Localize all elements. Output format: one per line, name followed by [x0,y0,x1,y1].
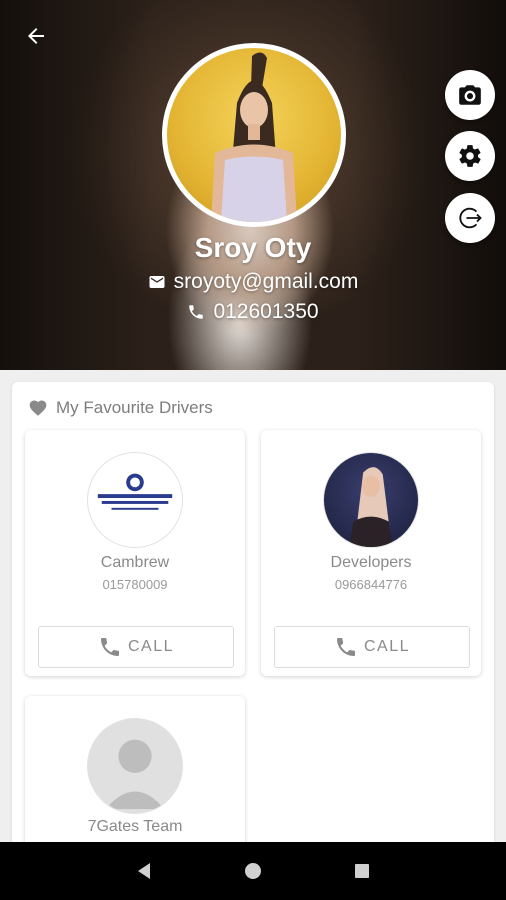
driver-name: Cambrew [100,554,170,571]
phone-icon [189,305,204,319]
call-button-label: CALL [363,638,411,655]
favourite-drivers-heading: My Favourite Drivers [28,398,213,418]
driver-card[interactable]: Developers 0966844776 CALL [261,430,481,676]
profile-phone: 012601350 [213,300,319,323]
camera-button[interactable] [445,70,495,120]
circle-home-icon [244,863,261,879]
driver-card[interactable]: 7Gates Team [25,696,245,856]
email-row: sroyoty@gmail.com [0,270,506,294]
profile-header: Sroy Oty sroyoty@gmail.com 012601350 [0,0,506,370]
heart-icon [29,400,47,416]
favourite-drivers-card: My Favourite Drivers Cambrew 015780009 C… [12,382,494,856]
nav-back-button[interactable] [124,851,164,891]
gear-icon [459,145,481,167]
driver-name: 7Gates Team [87,818,183,835]
camera-icon [459,85,481,105]
driver-avatar [323,452,419,548]
nav-home-button[interactable] [233,851,273,891]
driver-avatar-placeholder [87,718,183,814]
logout-icon [459,207,482,229]
profile-photo [167,48,341,222]
profile-avatar[interactable] [162,43,346,227]
system-navigation-bar [0,842,506,900]
driver-phone: 0966844776 [334,577,408,592]
profile-email: sroyoty@gmail.com [173,270,359,293]
nav-recents-button[interactable] [342,851,382,891]
phone-icon [336,638,355,656]
driver-name: Developers [330,554,412,571]
profile-name: Sroy Oty [194,232,312,263]
mail-icon [149,276,165,288]
driver-logo [87,452,183,548]
call-button[interactable]: CALL [38,626,234,668]
back-button[interactable] [20,20,52,52]
driver-card[interactable]: Cambrew 015780009 CALL [25,430,245,676]
call-button[interactable]: CALL [274,626,470,668]
phone-icon [100,638,119,656]
triangle-back-icon [138,863,151,879]
arrow-left-icon [28,28,44,44]
call-button-label: CALL [127,638,175,655]
phone-row: 012601350 [0,300,506,324]
driver-phone: 015780009 [102,577,168,592]
settings-button[interactable] [445,131,495,181]
square-recents-icon [354,864,369,878]
favourite-drivers-title: My Favourite Drivers [56,398,213,417]
